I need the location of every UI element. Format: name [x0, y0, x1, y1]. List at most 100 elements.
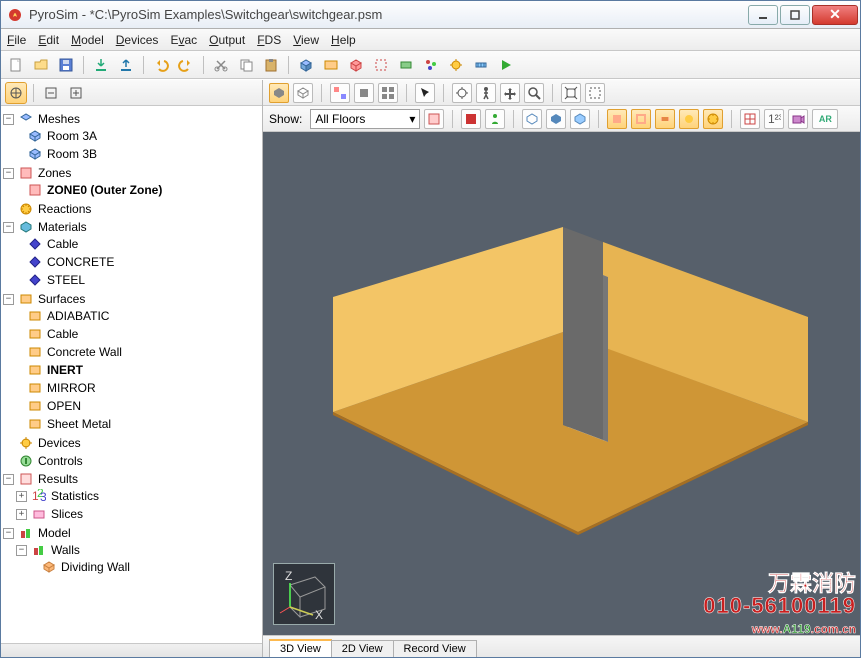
tree-mirror[interactable]: MIRROR — [45, 381, 98, 395]
menu-fds[interactable]: FDS — [257, 33, 281, 47]
tree-inert[interactable]: INERT — [45, 363, 85, 377]
viewport-3d[interactable]: X Z 万霖消防 010-56100119 www.A119.com.cn — [263, 132, 860, 635]
tree-cable2[interactable]: Cable — [45, 327, 80, 341]
show-devices-button[interactable] — [679, 109, 699, 129]
navigator-tree[interactable]: − Meshes Room 3A Room 3B − Zones ZONE0 (Ou… — [1, 106, 262, 643]
show-slices-button[interactable] — [703, 109, 723, 129]
copy-button[interactable] — [235, 54, 257, 76]
view-solid-button[interactable] — [269, 83, 289, 103]
tree-devices[interactable]: Devices — [36, 436, 83, 450]
tree-scrollbar[interactable] — [1, 643, 262, 657]
twisty-icon[interactable]: − — [3, 114, 14, 125]
device-button[interactable] — [445, 54, 467, 76]
grid-button[interactable] — [740, 109, 760, 129]
tree-open[interactable]: OPEN — [45, 399, 83, 413]
orbit-tool-button[interactable] — [452, 83, 472, 103]
tree-materials[interactable]: Materials — [36, 220, 89, 234]
ar-button[interactable]: AR — [812, 109, 838, 129]
tree-meshes[interactable]: Meshes — [36, 112, 82, 126]
twisty-icon[interactable]: − — [3, 294, 14, 305]
tree-concretewall[interactable]: Concrete Wall — [45, 345, 124, 359]
tree-dividingwall[interactable]: Dividing Wall — [59, 560, 132, 574]
tree-surfaces[interactable]: Surfaces — [36, 292, 87, 306]
tree-cable[interactable]: Cable — [45, 237, 80, 251]
menu-evac[interactable]: Evac — [170, 33, 197, 47]
pan-tool-button[interactable] — [500, 83, 520, 103]
floor-settings-button[interactable] — [424, 109, 444, 129]
tree-model[interactable]: Model — [36, 526, 73, 540]
tree-results[interactable]: Results — [36, 472, 80, 486]
show-holes-button[interactable] — [631, 109, 651, 129]
twisty-icon[interactable]: − — [3, 474, 14, 485]
tab-3d-view[interactable]: 3D View — [269, 639, 332, 657]
paste-button[interactable] — [260, 54, 282, 76]
show-mesh-button[interactable] — [461, 109, 481, 129]
tree-slices[interactable]: Slices — [49, 507, 85, 521]
view-realistic-button[interactable] — [570, 109, 590, 129]
view-wire-button[interactable] — [293, 83, 313, 103]
undo-button[interactable] — [150, 54, 172, 76]
tree-reactions[interactable]: Reactions — [36, 202, 93, 216]
twisty-icon[interactable]: − — [16, 545, 27, 556]
menu-model[interactable]: Model — [71, 33, 104, 47]
view-wireframe-button[interactable] — [522, 109, 542, 129]
floors-dropdown[interactable]: All Floors▾ — [310, 109, 420, 129]
twisty-icon[interactable]: − — [3, 222, 14, 233]
menu-edit[interactable]: Edit — [38, 33, 59, 47]
axis-gizmo[interactable]: X Z — [273, 563, 335, 625]
obstruction-button[interactable] — [345, 54, 367, 76]
tree-concrete[interactable]: CONCRETE — [45, 255, 116, 269]
hole-button[interactable] — [370, 54, 392, 76]
new-file-button[interactable] — [5, 54, 27, 76]
menu-devices[interactable]: Devices — [116, 33, 159, 47]
minimize-button[interactable] — [748, 5, 778, 25]
show-obstructions-button[interactable] — [607, 109, 627, 129]
tree-sheetmetal[interactable]: Sheet Metal — [45, 417, 113, 431]
zoom-extents-button[interactable] — [561, 83, 581, 103]
import-button[interactable] — [90, 54, 112, 76]
tree-zones[interactable]: Zones — [36, 166, 73, 180]
select-tool-button[interactable] — [415, 83, 435, 103]
tree-steel[interactable]: STEEL — [45, 273, 87, 287]
twisty-icon[interactable]: + — [16, 509, 27, 520]
nav-expand-button[interactable] — [65, 82, 87, 104]
surface-button[interactable] — [320, 54, 342, 76]
tab-2d-view[interactable]: 2D View — [331, 640, 394, 657]
maximize-button[interactable] — [780, 5, 810, 25]
tree-statistics[interactable]: Statistics — [49, 489, 101, 503]
twisty-icon[interactable]: − — [3, 528, 14, 539]
hvac-button[interactable] — [470, 54, 492, 76]
tree-room3a[interactable]: Room 3A — [45, 129, 99, 143]
tree-room3b[interactable]: Room 3B — [45, 147, 99, 161]
nav-collapse-button[interactable] — [40, 82, 62, 104]
view-multi-button[interactable] — [378, 83, 398, 103]
menu-output[interactable]: Output — [209, 33, 245, 47]
menu-file[interactable]: File — [7, 33, 26, 47]
walk-tool-button[interactable] — [476, 83, 496, 103]
nav-tree-button[interactable] — [5, 82, 27, 104]
show-people-button[interactable] — [485, 109, 505, 129]
export-button[interactable] — [115, 54, 137, 76]
tab-record-view[interactable]: Record View — [393, 640, 477, 657]
menu-help[interactable]: Help — [331, 33, 356, 47]
view-group-button[interactable] — [330, 83, 350, 103]
tree-controls[interactable]: Controls — [36, 454, 85, 468]
view-single-button[interactable] — [354, 83, 374, 103]
camera-button[interactable] — [788, 109, 808, 129]
zoom-tool-button[interactable] — [524, 83, 544, 103]
show-vents-button[interactable] — [655, 109, 675, 129]
run-button[interactable] — [495, 54, 517, 76]
particle-button[interactable] — [420, 54, 442, 76]
tree-zone0[interactable]: ZONE0 (Outer Zone) — [45, 183, 164, 197]
zoom-selection-button[interactable] — [585, 83, 605, 103]
labels-button[interactable]: 1²³ — [764, 109, 784, 129]
tree-walls[interactable]: Walls — [49, 543, 82, 557]
open-file-button[interactable] — [30, 54, 52, 76]
twisty-icon[interactable]: − — [3, 168, 14, 179]
view-solid2-button[interactable] — [546, 109, 566, 129]
tree-adiabatic[interactable]: ADIABATIC — [45, 309, 111, 323]
redo-button[interactable] — [175, 54, 197, 76]
cut-button[interactable] — [210, 54, 232, 76]
save-file-button[interactable] — [55, 54, 77, 76]
close-button[interactable]: ✕ — [812, 5, 858, 25]
